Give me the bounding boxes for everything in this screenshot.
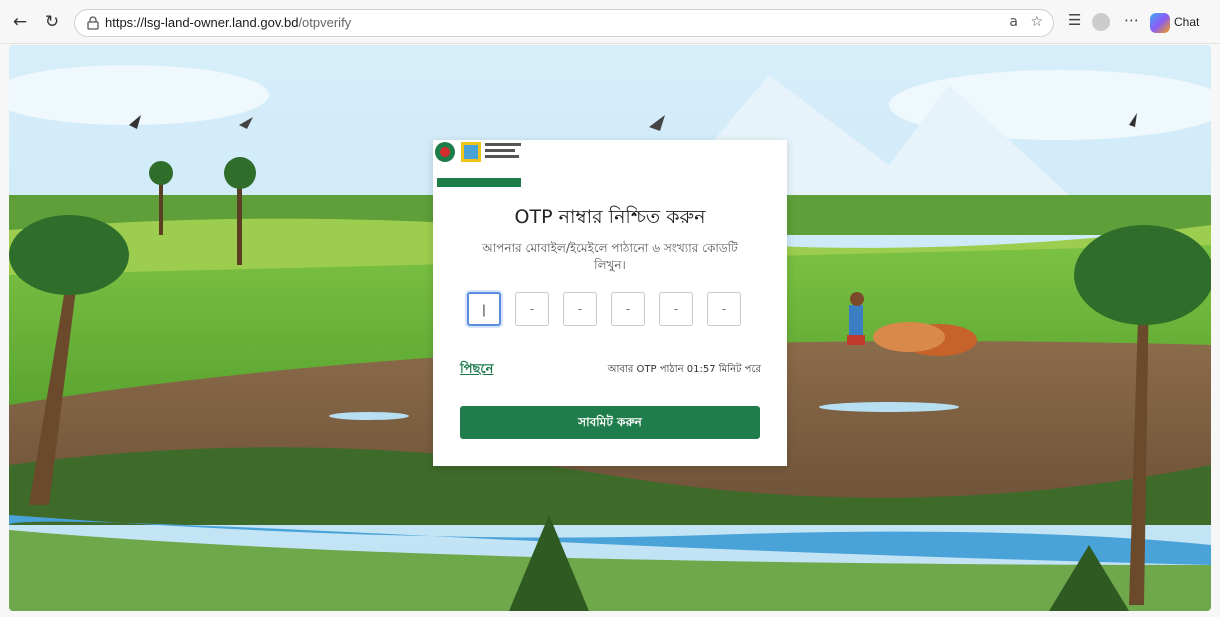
address-bar-icons: a ☆ bbox=[1009, 14, 1043, 30]
address-bar[interactable]: https://lsg-land-owner.land.gov.bd/otpve… bbox=[74, 9, 1054, 37]
read-aloud-icon[interactable]: a bbox=[1009, 14, 1018, 30]
chat-label: Chat bbox=[1174, 15, 1200, 29]
submit-button[interactable]: সাবমিট করুন bbox=[460, 406, 760, 439]
otp-digit-3[interactable]: - bbox=[563, 292, 597, 326]
back-link[interactable]: পিছনে bbox=[460, 360, 493, 381]
more-menu-icon[interactable]: ⋯ bbox=[1124, 11, 1139, 29]
browser-toolbar: ← ↻ https://lsg-land-owner.land.gov.bd/o… bbox=[0, 0, 1220, 44]
lock-icon bbox=[87, 16, 99, 30]
url-path: /otpverify bbox=[298, 15, 352, 30]
back-arrow-icon[interactable]: ← bbox=[8, 10, 32, 34]
url-text: https://lsg-land-owner.land.gov.bd/otpve… bbox=[105, 15, 351, 30]
url-host: https://lsg-land-owner.land.gov.bd bbox=[105, 15, 299, 30]
page-title: OTP নাম্বার নিশ্চিত করুন bbox=[514, 206, 706, 228]
refresh-icon[interactable]: ↻ bbox=[40, 10, 64, 34]
browser-window: ← ↻ https://lsg-land-owner.land.gov.bd/o… bbox=[0, 0, 1220, 617]
page-viewport: OTP নাম্বার নিশ্চিত করুন আপনার মোবাইল/ইম… bbox=[9, 45, 1211, 611]
page-subtitle: আপনার মোবাইল/ইমেইলে পাঠানো ৬ সংখ্যার কোড… bbox=[482, 241, 738, 272]
otp-digit-1[interactable]: | bbox=[467, 292, 501, 326]
profile-avatar-icon[interactable] bbox=[1092, 13, 1110, 31]
otp-digit-6[interactable]: - bbox=[707, 292, 741, 326]
land-ministry-logo bbox=[435, 142, 521, 187]
favorite-star-icon[interactable]: ☆ bbox=[1030, 14, 1043, 30]
otp-digit-5[interactable]: - bbox=[659, 292, 693, 326]
resend-otp-text: আবার OTP পাঠান 01:57 মিনিট পরে bbox=[607, 364, 761, 375]
otp-digit-2[interactable]: - bbox=[515, 292, 549, 326]
copilot-icon bbox=[1150, 12, 1170, 33]
favorites-icon[interactable]: ☰ bbox=[1068, 11, 1081, 29]
otp-input-row: | - - - - - bbox=[467, 292, 757, 326]
otp-card: OTP নাম্বার নিশ্চিত করুন আপনার মোবাইল/ইম… bbox=[433, 140, 787, 466]
chat-button[interactable]: Chat bbox=[1150, 10, 1199, 34]
otp-digit-4[interactable]: - bbox=[611, 292, 645, 326]
